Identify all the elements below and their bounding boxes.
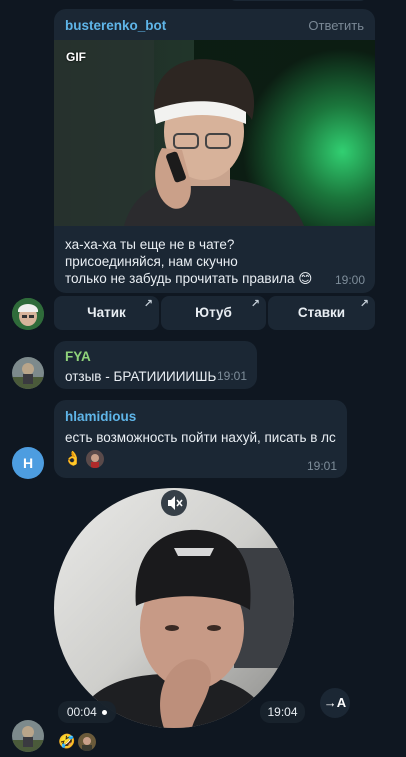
message-sender[interactable]: FYA (65, 349, 91, 364)
message-bubble: hlamidious есть возможность пойти нахуй,… (54, 400, 347, 478)
user-avatar-fya[interactable] (12, 357, 44, 389)
reaction-emoji: 👌 (64, 450, 82, 466)
user-avatar-video-sender[interactable] (12, 720, 44, 752)
reaction-emoji: 🤣 (58, 733, 76, 749)
reaction-ok-hand[interactable]: 👌 (64, 450, 81, 467)
inline-button-chat[interactable]: Чатик ↗ (54, 296, 159, 330)
reply-button[interactable]: Ответить (308, 18, 364, 33)
bot-avatar[interactable] (12, 298, 44, 330)
button-label: Ставки (297, 305, 346, 320)
gif-media[interactable]: GIF (54, 40, 375, 226)
message-text: отзыв - БРАТИИИИИШЬ (65, 369, 217, 384)
message-time: 19:00 (334, 273, 365, 287)
inline-button-bets[interactable]: Ставки ↗ (268, 296, 375, 330)
arrow-up-right-icon: ↗ (143, 298, 153, 310)
user-avatar-hlamidious[interactable]: H (12, 447, 44, 479)
video-message[interactable] (54, 488, 294, 728)
message-bubble: FYA отзыв - БРАТИИИИИШЬ 19:01 (54, 341, 257, 389)
button-label: Ютуб (195, 305, 232, 320)
video-duration: 00:04 (66, 705, 97, 719)
gif-badge: GIF (66, 50, 86, 64)
inline-button-youtube[interactable]: Ютуб ↗ (161, 296, 266, 330)
reaction-laughing[interactable]: 🤣 (58, 733, 75, 750)
reactor-avatar (86, 450, 104, 468)
message-text: ха-ха-ха ты еще не в чате? присоединяйся… (65, 237, 313, 286)
arrow-up-right-icon: ↗ (250, 298, 260, 310)
message-text: есть возможность пойти нахуй, писать в л… (65, 430, 336, 445)
translate-label: A (336, 695, 347, 710)
arrow-up-right-icon: ↗ (359, 298, 369, 310)
translate-arrow-icon[interactable]: →A (320, 688, 350, 718)
recording-dot-icon (102, 710, 108, 716)
message-time: 19:04 (267, 705, 298, 719)
video-time-pill: 19:04 (260, 701, 305, 723)
gif-image (54, 40, 375, 226)
message-time: 19:01 (216, 369, 247, 383)
button-label: Чатик (87, 305, 126, 320)
reactor-avatar (78, 733, 96, 751)
previous-message-tail (228, 0, 368, 1)
message-sender[interactable]: hlamidious (65, 409, 136, 424)
speaker-muted-icon[interactable] (161, 490, 187, 516)
message-sender[interactable]: busterenko_bot (65, 18, 166, 33)
translate-arrow-glyph: → (323, 695, 337, 710)
message-time: 19:01 (306, 459, 337, 473)
video-frame (54, 488, 294, 728)
video-duration-pill: 00:04 (58, 701, 116, 723)
avatar-letter: H (22, 455, 34, 471)
